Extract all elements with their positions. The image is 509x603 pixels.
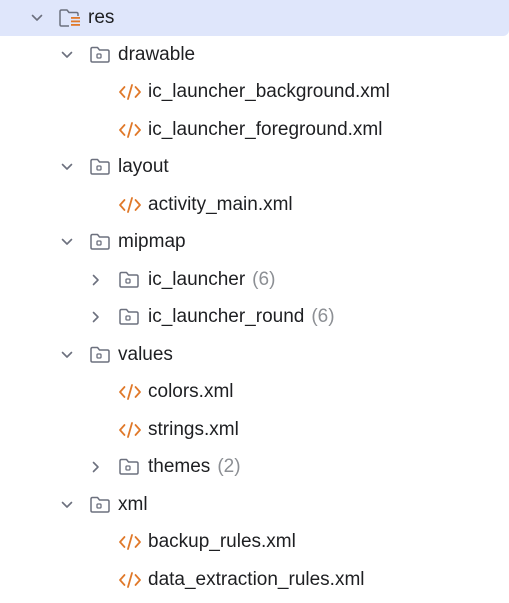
resource-folder-icon [58,0,82,36]
tree-node-label: strings.xml [148,419,239,440]
tree-node-label: values [118,344,173,365]
tree-node-file[interactable]: ic_launcher_background.xml [0,73,509,110]
folder-icon [117,298,141,335]
xml-file-icon [118,411,142,448]
tree-node-file[interactable]: backup_rules.xml [0,523,509,560]
tree-node-drawable[interactable]: drawable [0,36,509,73]
tree-node-label-group: ic_launcher_round (6) [148,298,335,335]
chevron-right-icon[interactable] [88,261,104,298]
folder-icon [88,486,112,523]
tree-node-xml[interactable]: xml [0,486,509,523]
xml-file-icon [118,73,142,110]
tree-node-label: layout [118,156,169,177]
xml-file-icon [118,373,142,410]
chevron-down-icon[interactable] [59,148,75,185]
xml-file-icon [118,561,142,598]
tree-node-label: colors.xml [148,381,234,402]
chevron-down-icon[interactable] [59,36,75,73]
tree-node-file[interactable]: ic_launcher_foreground.xml [0,111,509,148]
tree-node-layout[interactable]: layout [0,148,509,185]
tree-node-file[interactable]: data_extraction_rules.xml [0,561,509,598]
item-count: (6) [311,306,335,327]
chevron-right-icon[interactable] [88,298,104,335]
tree-node-label: xml [118,494,148,515]
xml-file-icon [118,111,142,148]
folder-icon [88,36,112,73]
tree-node-mipmap[interactable]: mipmap [0,223,509,260]
tree-node-ic-launcher-round[interactable]: ic_launcher_round (6) [0,298,509,335]
chevron-down-icon[interactable] [59,223,75,260]
chevron-down-icon[interactable] [59,336,75,373]
tree-node-label: ic_launcher [148,269,246,290]
tree-node-file[interactable]: strings.xml [0,411,509,448]
chevron-down-icon[interactable] [59,486,75,523]
tree-node-label: backup_rules.xml [148,531,296,552]
folder-icon [88,148,112,185]
tree-node-file[interactable]: colors.xml [0,373,509,410]
chevron-right-icon[interactable] [88,448,104,485]
tree-node-label-group: ic_launcher (6) [148,261,275,298]
folder-icon [117,261,141,298]
item-count: (2) [217,456,241,477]
item-count: (6) [252,269,276,290]
folder-icon [88,336,112,373]
tree-node-label: ic_launcher_round [148,306,305,327]
tree-node-label: activity_main.xml [148,194,293,215]
tree-node-res[interactable]: res [0,0,509,36]
tree-node-themes[interactable]: themes (2) [0,448,509,485]
tree-node-file[interactable]: activity_main.xml [0,186,509,223]
chevron-down-icon[interactable] [29,0,45,36]
xml-file-icon [118,186,142,223]
tree-node-label: res [88,7,115,28]
tree-node-label: data_extraction_rules.xml [148,569,365,590]
tree-node-label: themes [148,456,211,477]
xml-file-icon [118,523,142,560]
tree-node-label-group: themes (2) [148,448,241,485]
tree-node-values[interactable]: values [0,336,509,373]
tree-node-ic-launcher[interactable]: ic_launcher (6) [0,261,509,298]
folder-icon [88,223,112,260]
folder-icon [117,448,141,485]
tree-node-label: ic_launcher_background.xml [148,81,390,102]
project-tree: res drawable ic_launcher_background.xml [0,0,509,603]
tree-node-label: drawable [118,44,196,65]
tree-node-label: ic_launcher_foreground.xml [148,119,383,140]
tree-node-label: mipmap [118,231,186,252]
